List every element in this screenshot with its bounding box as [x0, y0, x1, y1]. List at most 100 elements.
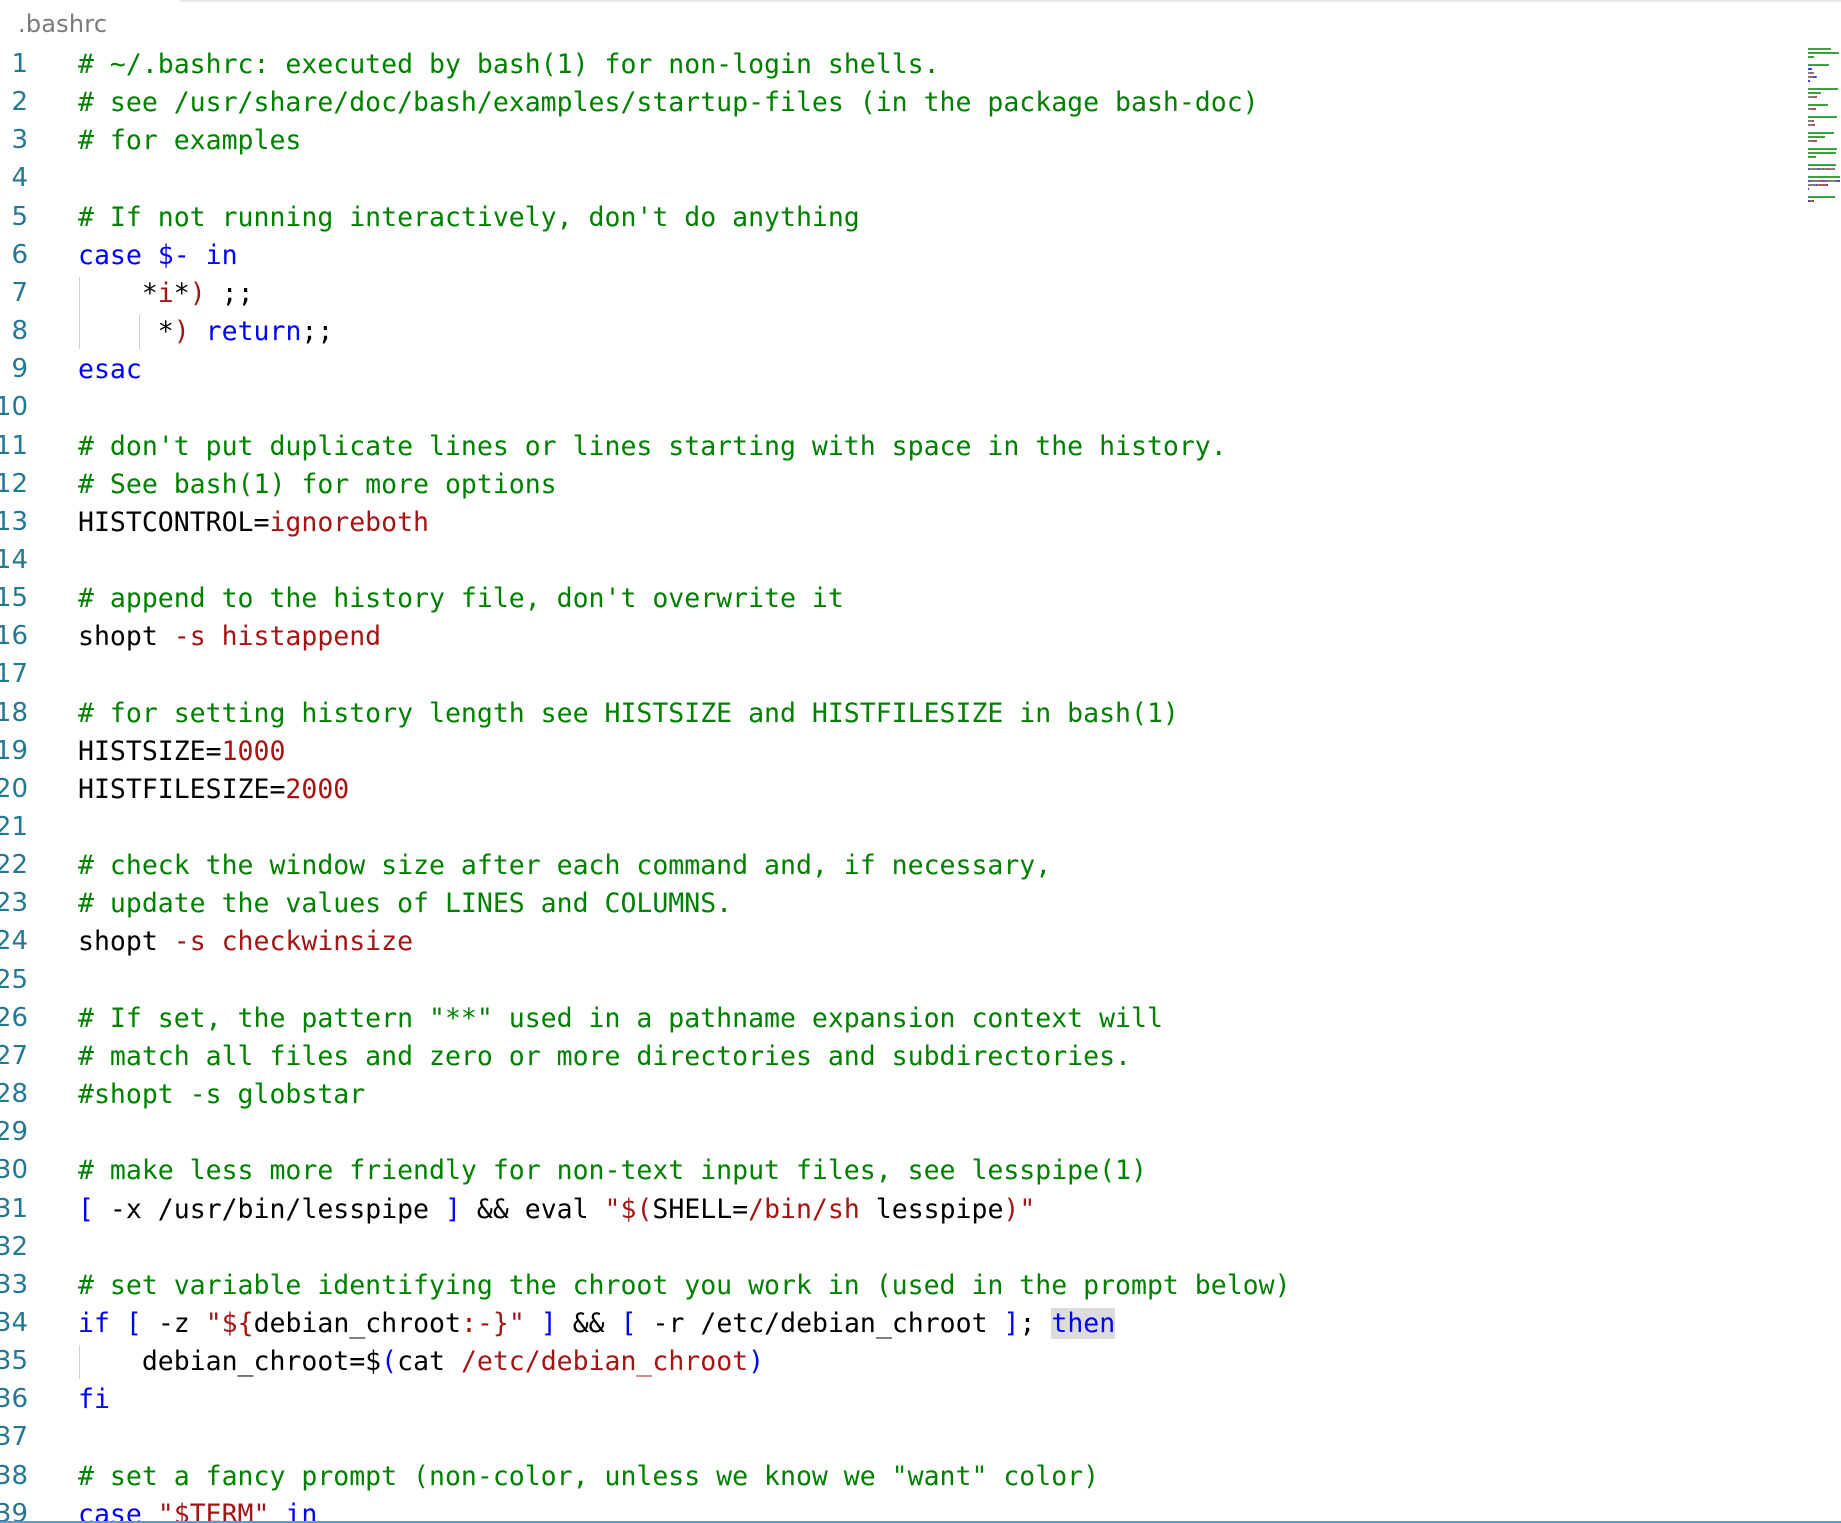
code-token: #shopt -s globstar — [78, 1079, 366, 1111]
code-token: [ — [125, 1307, 142, 1339]
minimap-line — [1808, 132, 1834, 134]
code-line[interactable]: 15 # append to the history file, don't ov… — [0, 580, 1780, 618]
code-line[interactable]: 10 — [0, 389, 1780, 427]
code-line[interactable]: 29 — [0, 1114, 1780, 1152]
code-token: case — [78, 239, 158, 271]
code-line[interactable]: 32 — [0, 1229, 1780, 1267]
code-line[interactable]: 25 — [0, 962, 1780, 1000]
code-token: # for examples — [78, 125, 302, 157]
code-text: # See bash(1) for more options — [78, 469, 557, 500]
minimap-line — [1808, 152, 1836, 154]
code-token: in — [189, 239, 238, 271]
code-token: if — [78, 1307, 110, 1339]
code-line[interactable]: 2 # see /usr/share/doc/bash/examples/star… — [0, 84, 1780, 122]
line-number: 30 — [0, 1155, 28, 1186]
line-number: 5 — [11, 201, 28, 232]
code-text: esac — [78, 354, 142, 385]
line-number: 37 — [0, 1422, 28, 1453]
minimap-line — [1808, 136, 1825, 138]
indent-guide — [79, 276, 80, 350]
code-editor[interactable]: 1 # ~/.bashrc: executed by bash(1) for no… — [0, 46, 1800, 1523]
code-line[interactable]: 21 — [0, 809, 1780, 847]
code-token: -z — [141, 1307, 206, 1339]
code-line[interactable]: 12 # See bash(1) for more options — [0, 466, 1780, 504]
minimap-line — [1808, 188, 1809, 190]
code-text: #shopt -s globstar — [78, 1079, 365, 1110]
code-line[interactable]: 34 if [ -z "${debian_chroot:-}" ] && [ -r… — [0, 1305, 1780, 1343]
minimap-line — [1808, 56, 1814, 58]
code-line[interactable]: 38 # set a fancy prompt (non-color, unles… — [0, 1458, 1780, 1496]
code-line[interactable]: 17 — [0, 656, 1780, 694]
line-number: 10 — [0, 392, 28, 423]
code-line[interactable]: 33 # set variable identifying the chroot … — [0, 1267, 1780, 1305]
code-line[interactable]: 1 # ~/.bashrc: executed by bash(1) for no… — [0, 46, 1780, 84]
line-number: 16 — [0, 621, 28, 652]
code-token: HISTCONTROL= — [78, 506, 270, 538]
minimap-line — [1827, 184, 1828, 186]
code-line[interactable]: 4 — [0, 160, 1780, 198]
code-token: ) — [173, 316, 190, 348]
code-token: # append to the history file, don't over… — [78, 583, 844, 615]
line-number: 24 — [0, 926, 28, 957]
code-line[interactable]: 35 debian_chroot=$(cat /etc/debian_chroo… — [0, 1343, 1780, 1381]
code-line[interactable]: 37 — [0, 1419, 1780, 1457]
code-line[interactable]: 28 #shopt -s globstar — [0, 1076, 1780, 1114]
code-text: HISTFILESIZE=2000 — [78, 774, 349, 805]
line-number: 12 — [0, 468, 28, 499]
line-number: 33 — [0, 1269, 28, 1300]
code-line[interactable]: 24 shopt -s checkwinsize — [0, 923, 1780, 961]
minimap-line — [1808, 156, 1816, 158]
line-number: 21 — [0, 812, 28, 842]
code-line[interactable]: 5 # If not running interactively, don't d… — [0, 199, 1780, 237]
minimap[interactable] — [1808, 46, 1840, 526]
code-line[interactable]: 27 # match all files and zero or more dir… — [0, 1038, 1780, 1076]
code-token: lesspipe — [859, 1193, 1004, 1225]
code-text: if [ -z "${debian_chroot:-}" ] && [ -r /… — [78, 1307, 1116, 1339]
code-token: # check the window size after each comma… — [78, 850, 1052, 882]
line-number: 3 — [11, 125, 28, 156]
code-line[interactable]: 20 HISTFILESIZE=2000 — [0, 771, 1780, 809]
minimap-line — [1809, 168, 1818, 170]
code-text: debian_chroot=$(cat /etc/debian_chroot) — [78, 1346, 764, 1377]
code-text: HISTSIZE=1000 — [78, 736, 285, 767]
line-number: 9 — [11, 354, 28, 385]
minimap-line — [1811, 140, 1817, 142]
code-line[interactable]: 31 [ -x /usr/bin/lesspipe ] && eval "$(SH… — [0, 1191, 1780, 1229]
code-line[interactable]: 8 *) return;; — [0, 313, 1780, 351]
file-tab[interactable]: .bashrc — [18, 10, 107, 38]
code-text: # for examples — [78, 125, 301, 156]
tab-bar: .bashrc — [0, 0, 1841, 46]
code-line[interactable]: 16 shopt -s histappend — [0, 618, 1780, 656]
code-token: ignoreboth — [269, 506, 429, 538]
minimap-line — [1813, 124, 1815, 126]
code-line[interactable]: 26 # If set, the pattern "**" used in a p… — [0, 1000, 1780, 1038]
line-number: 1 — [11, 49, 28, 79]
code-token: debian_chroot=$ — [78, 1346, 382, 1378]
code-line[interactable]: 3 # for examples — [0, 122, 1780, 160]
code-token: 1000 — [221, 735, 286, 767]
code-line[interactable]: 9 esac — [0, 351, 1780, 389]
code-line[interactable]: 30 # make less more friendly for non-text… — [0, 1152, 1780, 1190]
code-line[interactable]: 7 *i*) ;; — [0, 275, 1780, 313]
code-line[interactable]: 18 # for setting history length see HISTS… — [0, 695, 1780, 733]
minimap-line — [1808, 116, 1837, 118]
code-line[interactable]: 39 case "$TERM" in — [0, 1496, 1780, 1523]
line-number: 29 — [0, 1117, 28, 1148]
code-line[interactable]: 22 # check the window size after each com… — [0, 847, 1780, 885]
code-line[interactable]: 36 fi — [0, 1381, 1780, 1419]
code-line[interactable]: 11 # don't put duplicate lines or lines s… — [0, 428, 1780, 466]
code-line[interactable]: 14 — [0, 542, 1780, 580]
code-text: # don't put duplicate lines or lines sta… — [78, 431, 1227, 462]
line-number: 31 — [0, 1193, 28, 1224]
line-number: 26 — [0, 1002, 28, 1033]
line-number: 22 — [0, 850, 28, 881]
minimap-line — [1813, 96, 1817, 98]
line-number: 4 — [11, 163, 28, 194]
code-line[interactable]: 19 HISTSIZE=1000 — [0, 733, 1780, 771]
code-line[interactable]: 13 HISTCONTROL=ignoreboth — [0, 504, 1780, 542]
code-line[interactable]: 23 # update the values of LINES and COLUM… — [0, 885, 1780, 923]
line-number: 36 — [0, 1384, 28, 1415]
code-token: # See bash(1) for more options — [78, 468, 557, 500]
code-line[interactable]: 6 case $- in — [0, 237, 1780, 275]
